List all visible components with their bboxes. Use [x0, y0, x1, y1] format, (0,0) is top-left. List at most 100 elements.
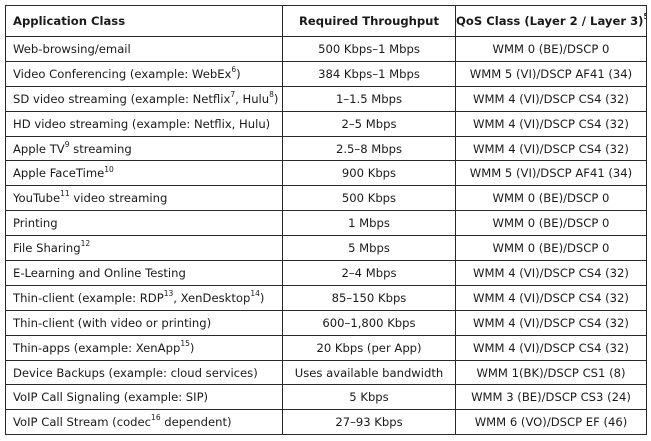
app-name-tail-second: ) — [273, 91, 279, 106]
table-row: Thin-client (with video or printing) 600–… — [5, 309, 647, 336]
app-footnote: 16 — [151, 413, 161, 423]
cell-qos-class: WMM 4 (VI)/DSCP CS4 (32) — [455, 284, 647, 311]
cell-application-class: Thin-client (with video or printing) — [5, 309, 283, 336]
app-footnote-second: 14 — [250, 288, 260, 298]
app-name-tail: , XenDesktop — [173, 290, 251, 305]
header-qos-footnote: 5 — [643, 12, 645, 21]
cell-qos-class: WMM 4 (VI)/DSCP CS4 (32) — [455, 110, 647, 137]
qos-table: Application Class Required Throughput Qo… — [5, 5, 647, 436]
app-name-tail: dependent) — [160, 415, 232, 430]
cell-application-class: Apple TV9 streaming — [5, 135, 283, 162]
app-footnote: 10 — [104, 164, 114, 174]
table-row: Device Backups (example: cloud services)… — [5, 359, 647, 386]
cell-qos-class: WMM 0 (BE)/DSCP 0 — [455, 185, 647, 212]
app-footnote: 12 — [80, 239, 91, 249]
table-row: Web-browsing/email 500 Kbps–1 Mbps WMM 0 (… — [5, 36, 647, 62]
app-name-tail: ) — [189, 340, 195, 355]
cell-required-throughput: 500 Kbps–1 Mbps — [282, 36, 456, 62]
table-row: SD video streaming (example: Netflix7, H… — [5, 85, 647, 112]
header-qos-class: QoS Class (Layer 2 / Layer 3)5 — [455, 5, 647, 37]
app-footnote: 7 — [230, 89, 236, 99]
cell-qos-class: WMM 5 (VI)/DSCP AF41 (34) — [455, 60, 647, 87]
app-name-text: Apple FaceTime — [13, 166, 105, 181]
cell-qos-class: WMM 0 (BE)/DSCP 0 — [455, 210, 647, 237]
table-row: Printing 1 Mbps WMM 0 (BE)/DSCP 0 — [5, 210, 647, 237]
cell-required-throughput: 1 Mbps — [282, 210, 456, 237]
cell-qos-class: WMM 0 (BE)/DSCP 0 — [455, 36, 647, 62]
cell-application-class: Thin-apps (example: XenApp15) — [5, 334, 283, 361]
app-footnote: 9 — [64, 139, 70, 149]
table-row: Video Conferencing (example: WebEx6) 384 … — [5, 60, 647, 87]
cell-required-throughput: 5 Mbps — [282, 235, 456, 262]
table-row: Apple FaceTime10 900 Kbps WMM 5 (VI)/DSCP … — [5, 160, 647, 187]
app-name-tail: , Hulu — [235, 91, 270, 106]
cell-application-class: Device Backups (example: cloud services) — [5, 359, 283, 386]
table-row: E-Learning and Online Testing 2–4 Mbps WMM… — [5, 260, 647, 286]
cell-application-class: YouTube11 video streaming — [5, 185, 283, 212]
app-name-tail: video streaming — [69, 191, 168, 206]
cell-qos-class: WMM 4 (VI)/DSCP CS4 (32) — [455, 135, 647, 162]
cell-qos-class: WMM 4 (VI)/DSCP CS4 (32) — [455, 309, 647, 336]
cell-application-class: Web-browsing/email — [5, 36, 283, 62]
cell-application-class: VoIP Call Signaling (example: SIP) — [5, 384, 283, 411]
cell-required-throughput: 2–5 Mbps — [282, 110, 456, 137]
cell-required-throughput: 20 Kbps (per App) — [282, 334, 456, 361]
cell-application-class: Thin-client (example: RDP13, XenDesktop1… — [5, 284, 283, 311]
table-row: Thin-apps (example: XenApp15) 20 Kbps (pe… — [5, 334, 647, 361]
app-name-text: Thin-apps (example: XenApp — [13, 340, 181, 355]
app-name-text: VoIP Call Stream (codec — [13, 415, 152, 430]
app-name-text: HD video streaming (example: Netflix, Hu… — [13, 116, 271, 131]
app-name-text: VoIP Call Signaling (example: SIP) — [13, 390, 209, 405]
qos-table-container: Application Class Required Throughput Qo… — [5, 5, 647, 436]
app-name-text: File Sharing — [13, 241, 81, 256]
cell-qos-class: WMM 0 (BE)/DSCP 0 — [455, 235, 647, 262]
cell-qos-class: WMM 4 (VI)/DSCP CS4 (32) — [455, 260, 647, 286]
app-name-text: YouTube — [13, 191, 61, 206]
table-row: VoIP Call Signaling (example: SIP) 5 Kbps… — [5, 384, 647, 411]
header-required-throughput: Required Throughput — [282, 5, 456, 37]
table-body: Web-browsing/email 500 Kbps–1 Mbps WMM 0 (… — [5, 36, 647, 436]
cell-required-throughput: Uses available bandwidth — [282, 359, 456, 386]
cell-required-throughput: 600–1,800 Kbps — [282, 309, 456, 336]
cell-application-class: HD video streaming (example: Netflix, Hu… — [5, 110, 283, 137]
table-header: Application Class Required Throughput Qo… — [5, 5, 647, 37]
cell-required-throughput: 2–4 Mbps — [282, 260, 456, 286]
cell-qos-class: WMM 1(BK)/DSCP CS1 (8) — [455, 359, 647, 386]
cell-required-throughput: 85–150 Kbps — [282, 284, 456, 311]
cell-qos-class: WMM 6 (VO)/DSCP EF (46) — [455, 409, 647, 436]
table-row: File Sharing12 5 Mbps WMM 0 (BE)/DSCP 0 — [5, 235, 647, 262]
app-name-text: Thin-client (with video or printing) — [13, 315, 212, 330]
app-name-tail: streaming — [69, 141, 132, 156]
app-name-text: Printing — [13, 216, 58, 231]
cell-required-throughput: 27–93 Kbps — [282, 409, 456, 436]
cell-qos-class: WMM 4 (VI)/DSCP CS4 (32) — [455, 334, 647, 361]
app-name-text: E-Learning and Online Testing — [13, 265, 186, 280]
app-name-text: SD video streaming (example: Netflix — [13, 91, 231, 106]
app-footnote-second: 8 — [269, 89, 274, 99]
cell-qos-class: WMM 3 (BE)/DSCP CS3 (24) — [455, 384, 647, 411]
app-name-text: Thin-client (example: RDP — [13, 290, 164, 305]
cell-required-throughput: 900 Kbps — [282, 160, 456, 187]
cell-qos-class: WMM 5 (VI)/DSCP AF41 (34) — [455, 160, 647, 187]
cell-qos-class: WMM 4 (VI)/DSCP CS4 (32) — [455, 85, 647, 112]
app-name-tail: ) — [236, 66, 241, 81]
app-footnote: 13 — [163, 288, 174, 298]
cell-required-throughput: 1–1.5 Mbps — [282, 85, 456, 112]
app-name-text: Apple TV — [13, 141, 65, 156]
cell-application-class: Video Conferencing (example: WebEx6) — [5, 60, 283, 87]
table-row: Thin-client (example: RDP13, XenDesktop1… — [5, 284, 647, 311]
app-footnote: 11 — [60, 189, 70, 199]
header-qos-label: QoS Class (Layer 2 / Layer 3) — [456, 14, 644, 28]
cell-application-class: SD video streaming (example: Netflix7, H… — [5, 85, 283, 112]
table-row: VoIP Call Stream (codec16 dependent) 27–9… — [5, 409, 647, 436]
cell-application-class: E-Learning and Online Testing — [5, 260, 283, 286]
cell-required-throughput: 5 Kbps — [282, 384, 456, 411]
cell-application-class: Apple FaceTime10 — [5, 160, 283, 187]
app-footnote: 15 — [180, 338, 190, 348]
table-row: Apple TV9 streaming 2.5–8 Mbps WMM 4 (VI)/… — [5, 135, 647, 162]
app-name-tail-second: ) — [259, 290, 265, 305]
app-name-text: Video Conferencing (example: WebEx — [13, 66, 232, 81]
table-row: HD video streaming (example: Netflix, Hu… — [5, 110, 647, 137]
header-application-class: Application Class — [5, 5, 283, 37]
table-row: YouTube11 video streaming 500 Kbps WMM 0 (… — [5, 185, 647, 212]
